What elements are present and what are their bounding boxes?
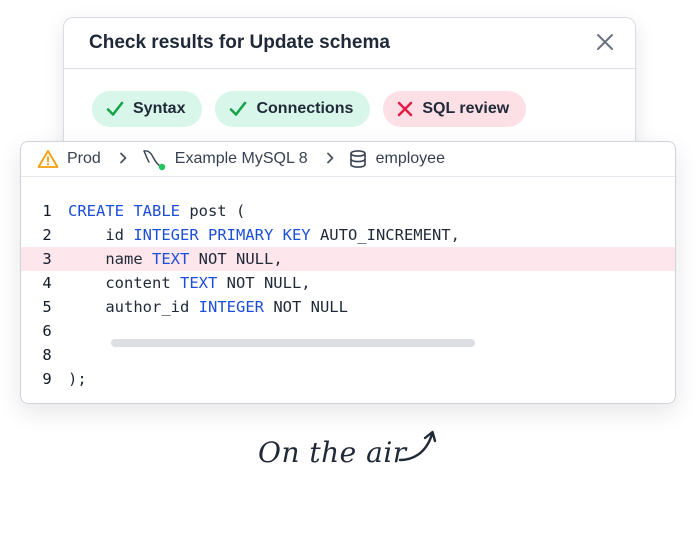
line-number: 9 [42, 370, 52, 388]
breadcrumb: Prod Example MySQL 8 employee [21, 142, 675, 177]
code-line[interactable]: 5 author_id INTEGER NOT NULL [21, 295, 675, 319]
line-number: 3 [42, 250, 52, 268]
code-line[interactable]: 4 content TEXT NOT NULL, [21, 271, 675, 295]
line-text: content TEXT NOT NULL, [68, 271, 311, 295]
check-label: Connections [256, 100, 354, 117]
sql-keyword: TEXT [179, 274, 218, 292]
environment-label: Prod [67, 150, 101, 167]
sql-editor: Prod Example MySQL 8 employee 1 CREATE TA… [20, 141, 676, 404]
warning-icon [37, 150, 59, 168]
sql-keyword: TEXT [152, 250, 190, 268]
line-number: 4 [42, 274, 52, 292]
caption: On the air [258, 436, 407, 469]
chevron-right-icon [326, 151, 334, 167]
arrow-icon [398, 430, 437, 462]
code-line[interactable]: 2 id INTEGER PRIMARY KEY AUTO_INCREMENT, [21, 223, 675, 247]
sql-text: id [68, 226, 134, 244]
database-label: employee [375, 150, 445, 167]
line-text: author_id INTEGER NOT NULL [68, 295, 348, 319]
code-line[interactable]: 1 CREATE TABLE post ( [21, 199, 675, 223]
sql-text: name [68, 250, 152, 268]
sql-text: NOT NULL, [217, 274, 311, 292]
line-number: 8 [42, 346, 52, 364]
check-icon [106, 101, 124, 116]
close-icon[interactable] [595, 32, 615, 52]
sql-text: author_id [68, 298, 199, 316]
sql-text: ); [68, 370, 87, 388]
line-text: name TEXT NOT NULL, [68, 247, 283, 271]
code-line[interactable]: 9); [21, 367, 675, 391]
sql-text: NOT NULL [263, 298, 348, 316]
breadcrumb-environment[interactable]: Prod [37, 149, 101, 169]
x-icon [398, 101, 413, 117]
sql-text: content [68, 274, 180, 292]
sql-text: post ( [179, 202, 246, 220]
sql-keyword: CREATE TABLE [68, 202, 180, 220]
code-line[interactable]: 3 name TEXT NOT NULL, [21, 247, 675, 271]
sql-keyword: INTEGER PRIMARY KEY [133, 226, 311, 244]
instance-label: Example MySQL 8 [174, 150, 308, 167]
line-number: 1 [42, 202, 52, 220]
line-text: id INTEGER PRIMARY KEY AUTO_INCREMENT, [68, 223, 460, 247]
chevron-right-icon [119, 151, 127, 167]
code-area[interactable]: 1 CREATE TABLE post (2 id INTEGER PRIMARY… [21, 199, 675, 391]
sql-text: AUTO_INCREMENT, [310, 226, 460, 244]
line-text: CREATE TABLE post ( [68, 199, 245, 223]
line-number: 6 [42, 322, 52, 340]
check-results-list: Syntax Connections SQL review [92, 91, 527, 127]
sql-keyword: INTEGER [198, 298, 264, 316]
check-pill-sql-review[interactable]: SQL review [383, 91, 527, 127]
line-text: ); [68, 367, 87, 391]
line-number: 5 [42, 298, 52, 316]
check-icon [230, 101, 247, 116]
check-pill-syntax[interactable]: Syntax [92, 91, 203, 127]
breadcrumb-instance[interactable]: Example MySQL 8 [141, 147, 308, 171]
horizontal-scrollbar[interactable] [111, 339, 475, 347]
check-label: SQL review [422, 100, 510, 117]
check-label: Syntax [133, 100, 186, 117]
database-icon [349, 150, 366, 168]
breadcrumb-database[interactable]: employee [348, 149, 445, 169]
line-number: 2 [42, 226, 52, 244]
check-pill-connections[interactable]: Connections [215, 91, 371, 127]
dialog-header: Check results for Update schema [64, 18, 635, 69]
sql-text: NOT NULL, [189, 250, 283, 268]
mysql-icon [143, 150, 165, 171]
dialog-title: Check results for Update schema [89, 32, 390, 53]
